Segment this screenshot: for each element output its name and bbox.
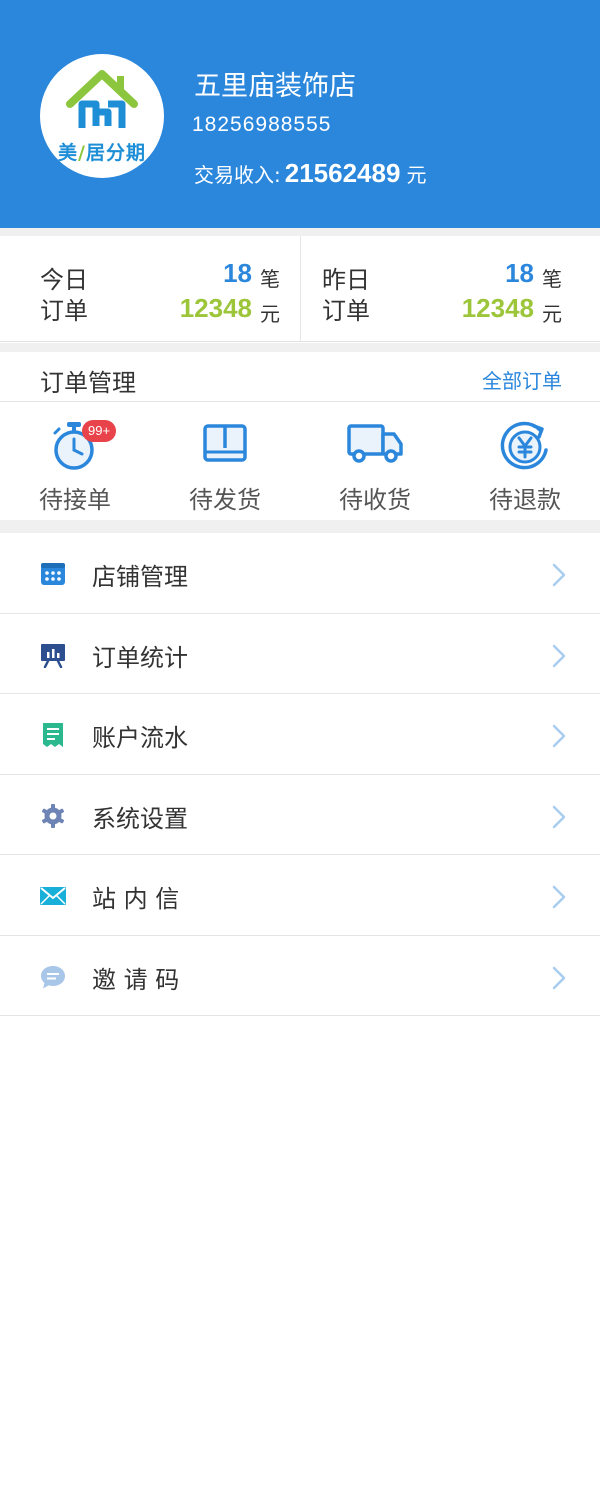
stat-yesterday-count-unit: 笔 bbox=[542, 267, 562, 291]
menu-item-invite-code[interactable]: 邀 请 码 bbox=[0, 935, 600, 1016]
status-label: 待收货 bbox=[339, 486, 411, 514]
refund-yen-icon bbox=[498, 420, 552, 478]
stat-today-amount-unit: 元 bbox=[260, 302, 280, 326]
chevron-right-icon bbox=[552, 805, 566, 828]
order-status-bar: 99+ 待接单 待发货 待收货 待退款 bbox=[0, 402, 600, 520]
section-gap bbox=[0, 520, 600, 533]
order-stats: 今日 订单 18 笔 12348 元 昨日 订单 18 笔 12348 元 bbox=[0, 236, 600, 342]
box-icon bbox=[202, 420, 248, 470]
stat-today-count-unit: 笔 bbox=[260, 267, 280, 291]
section-gap bbox=[0, 228, 600, 236]
income-line: 交易收入: 21562489 元 bbox=[194, 158, 426, 189]
house-logo-icon bbox=[66, 70, 138, 128]
menu-label: 账户流水 bbox=[92, 724, 188, 752]
stat-yesterday-amount-unit: 元 bbox=[542, 302, 562, 326]
menu-item-system-settings[interactable]: 系统设置 bbox=[0, 774, 600, 855]
shop-name: 五里庙装饰店 bbox=[194, 71, 356, 102]
menu-label: 订单统计 bbox=[92, 643, 188, 672]
shop-phone: 18256988555 bbox=[192, 113, 332, 136]
logo-wordmark: 美/居分期 bbox=[40, 138, 164, 165]
menu-item-inbox[interactable]: 站 内 信 bbox=[0, 855, 600, 936]
shop-avatar[interactable]: 美/居分期 bbox=[40, 54, 164, 178]
chevron-right-icon bbox=[552, 644, 566, 667]
stat-yesterday-amount: 12348 bbox=[461, 293, 534, 323]
chevron-right-icon bbox=[552, 966, 566, 989]
gear-icon bbox=[41, 803, 65, 828]
income-amount: 21562489 bbox=[284, 158, 401, 188]
chat-bubble-icon bbox=[41, 965, 65, 988]
logo-text-a: 美 bbox=[58, 142, 79, 164]
menu-label: 店铺管理 bbox=[92, 563, 188, 591]
menu-label: 站 内 信 bbox=[92, 885, 180, 913]
stat-today-label-2: 订单 bbox=[40, 297, 88, 325]
stat-yesterday-label-2: 订单 bbox=[322, 297, 370, 325]
income-label: 交易收入: bbox=[194, 163, 281, 187]
chart-board-icon bbox=[41, 643, 65, 668]
stat-today-amount: 12348 bbox=[179, 293, 252, 323]
menu-item-store-management[interactable]: 店铺管理 bbox=[0, 533, 600, 614]
chevron-right-icon bbox=[552, 724, 566, 748]
stat-today-count: 18 bbox=[223, 258, 252, 288]
stat-yesterday[interactable]: 昨日 订单 18 笔 12348 元 bbox=[282, 236, 582, 342]
profile-header: 美/居分期 五里庙装饰店 18256988555 交易收入: 21562489 元 bbox=[0, 0, 600, 228]
stat-yesterday-count: 18 bbox=[505, 258, 534, 288]
chevron-right-icon bbox=[552, 885, 566, 909]
menu-item-account-flow[interactable]: 账户流水 bbox=[0, 694, 600, 775]
status-label: 待退款 bbox=[489, 486, 561, 514]
status-pending-receive[interactable]: 待收货 bbox=[300, 402, 450, 520]
all-orders-link[interactable]: 全部订单 bbox=[482, 365, 562, 394]
income-unit: 元 bbox=[406, 163, 427, 187]
status-pending-accept[interactable]: 99+ 待接单 bbox=[0, 402, 150, 520]
receipt-icon bbox=[43, 723, 63, 747]
envelope-icon bbox=[40, 887, 66, 905]
stat-today[interactable]: 今日 订单 18 笔 12348 元 bbox=[0, 236, 300, 342]
menu-item-order-statistics[interactable]: 订单统计 bbox=[0, 613, 600, 694]
status-pending-refund[interactable]: 待退款 bbox=[450, 402, 600, 520]
truck-icon bbox=[346, 420, 404, 470]
menu-label: 邀 请 码 bbox=[92, 965, 180, 994]
status-pending-ship[interactable]: 待发货 bbox=[150, 402, 300, 520]
stat-yesterday-label-1: 昨日 bbox=[322, 266, 370, 294]
chevron-right-icon bbox=[552, 563, 566, 587]
stat-today-label-1: 今日 bbox=[40, 266, 88, 294]
pending-badge: 99+ bbox=[82, 420, 117, 442]
calendar-grid-icon bbox=[41, 563, 65, 585]
logo-text-b: 居分期 bbox=[85, 142, 146, 164]
logo-slash: / bbox=[78, 142, 86, 164]
status-label: 待发货 bbox=[189, 486, 261, 514]
section-gap bbox=[0, 343, 600, 352]
status-label: 待接单 bbox=[39, 486, 111, 514]
menu-list: 店铺管理 订单统计 账户流水 系统设置 站 内 信 邀 请 码 bbox=[0, 533, 600, 1016]
order-management-title: 订单管理 bbox=[40, 369, 136, 397]
menu-label: 系统设置 bbox=[92, 804, 188, 833]
order-management-header: 订单管理 全部订单 bbox=[0, 352, 600, 402]
